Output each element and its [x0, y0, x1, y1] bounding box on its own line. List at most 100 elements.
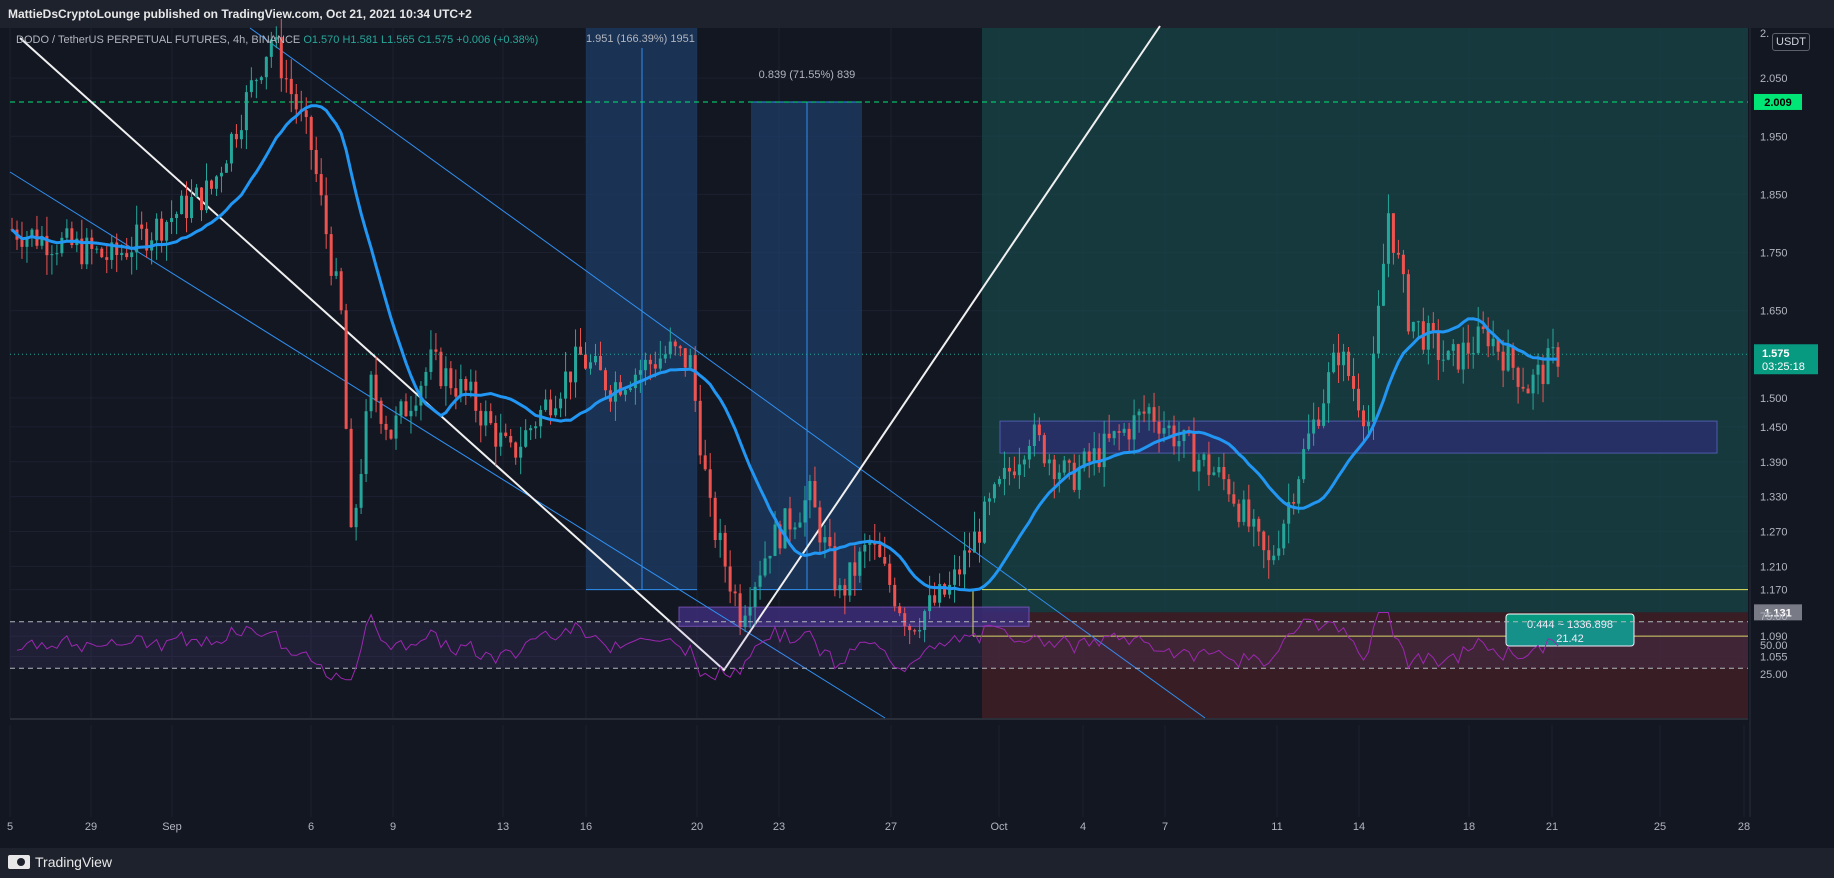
candle-body — [753, 586, 757, 607]
candle-body — [589, 362, 593, 369]
candle-body — [234, 133, 238, 140]
candle-body — [1531, 374, 1535, 394]
candle-body — [648, 359, 652, 365]
candle-body — [1546, 348, 1550, 385]
candle-body — [464, 379, 468, 391]
candle-body — [1456, 344, 1460, 370]
candle-body — [623, 389, 627, 395]
candle-body — [115, 242, 119, 255]
candle-body — [628, 388, 632, 390]
candle-body — [125, 253, 129, 258]
candle-body — [224, 163, 228, 173]
candle-body — [289, 78, 293, 95]
candle-body — [559, 398, 563, 409]
time-axis-label: 28 — [1738, 821, 1750, 833]
candle-body — [105, 257, 109, 260]
candle-body — [50, 254, 54, 256]
symbol-name: DODO / TetherUS PERPETUAL FUTURES, 4h, B… — [16, 34, 301, 46]
candle-body — [1401, 254, 1405, 275]
candle-body — [1207, 454, 1211, 475]
candle-body — [863, 544, 867, 552]
candle-body — [1147, 407, 1151, 414]
candle-body — [185, 195, 189, 219]
candle-body — [1332, 352, 1336, 373]
candle-body — [943, 584, 947, 595]
candle-body — [997, 478, 1001, 485]
candle-body — [209, 180, 213, 189]
candle-body — [379, 400, 383, 424]
candle-body — [688, 355, 692, 368]
tradingview-logo: TradingView — [8, 854, 112, 870]
price-axis-label: 1.170 — [1760, 585, 1788, 597]
candle-body — [1381, 263, 1385, 306]
candle-body — [982, 501, 986, 543]
candle-body — [1347, 351, 1351, 377]
candle-body — [1177, 441, 1181, 447]
candle-body — [469, 381, 473, 391]
candle-body — [204, 180, 208, 211]
candle-body — [60, 237, 64, 254]
candle-body — [1366, 421, 1370, 427]
time-axis-label: 16 — [580, 821, 592, 833]
candle-body — [1017, 464, 1021, 476]
candle-body — [668, 341, 672, 355]
candle-body — [1337, 352, 1341, 366]
candle-body — [733, 591, 737, 594]
candle-body — [813, 480, 817, 508]
candle-body — [1202, 454, 1206, 460]
price-axis-label: 1.210 — [1760, 561, 1788, 573]
price-chart[interactable]: 1.951 (166.39%) 19510.839 (71.55%) 8390.… — [0, 0, 1834, 878]
candle-body — [1376, 305, 1380, 354]
candle-body — [1292, 502, 1296, 504]
candle-body — [848, 562, 852, 596]
candle-body — [519, 446, 523, 458]
candle-body — [414, 405, 418, 411]
candle-body — [319, 174, 323, 196]
ohlc-change: +0.006 (+0.38%) — [456, 34, 539, 46]
candle-body — [1322, 403, 1326, 426]
candle-body — [843, 585, 847, 596]
candle-body — [883, 557, 887, 564]
candle-body — [219, 172, 223, 177]
candle-body — [1416, 321, 1420, 323]
time-axis-label: 11 — [1271, 821, 1282, 833]
candle-body — [603, 370, 607, 391]
candle-body — [1317, 419, 1321, 426]
candle-body — [1501, 351, 1505, 371]
candle-body — [758, 575, 762, 587]
candle-body — [20, 239, 24, 247]
candle-body — [833, 546, 837, 591]
time-axis-label: 20 — [691, 821, 703, 833]
candle-body — [1027, 445, 1031, 460]
time-axis-label: 7 — [1162, 821, 1168, 833]
time-axis-label: 6 — [308, 821, 314, 833]
candle-body — [479, 410, 483, 426]
candle-body — [334, 271, 338, 276]
candle-body — [1371, 353, 1375, 422]
candle-body — [130, 252, 134, 258]
candle-body — [254, 80, 258, 82]
measure-label-1: 1.951 (166.39%) 1951 — [586, 33, 695, 45]
candle-body — [399, 401, 403, 416]
candle-body — [698, 400, 702, 456]
candle-body — [509, 436, 513, 443]
rsi-band-fill — [10, 621, 1748, 669]
candle-body — [95, 248, 99, 250]
candle-body — [1396, 252, 1400, 255]
candle-body — [1267, 550, 1271, 561]
price-axis-label: 1.850 — [1760, 189, 1788, 201]
candle-body — [793, 527, 797, 530]
candle-body — [329, 234, 333, 276]
candle-body — [1342, 351, 1346, 366]
candle-body — [349, 428, 353, 528]
countdown-tag: 03:25:18 — [1762, 361, 1805, 373]
time-axis-label: 4 — [1080, 821, 1086, 833]
candle-body — [1032, 424, 1036, 446]
candle-body — [1092, 448, 1096, 462]
price-axis-label: 1.450 — [1760, 422, 1788, 434]
candle-body — [394, 415, 398, 439]
candle-body — [803, 500, 807, 523]
currency-button[interactable]: USDT — [1772, 33, 1810, 51]
candle-body — [1277, 548, 1281, 556]
candle-body — [933, 595, 937, 603]
